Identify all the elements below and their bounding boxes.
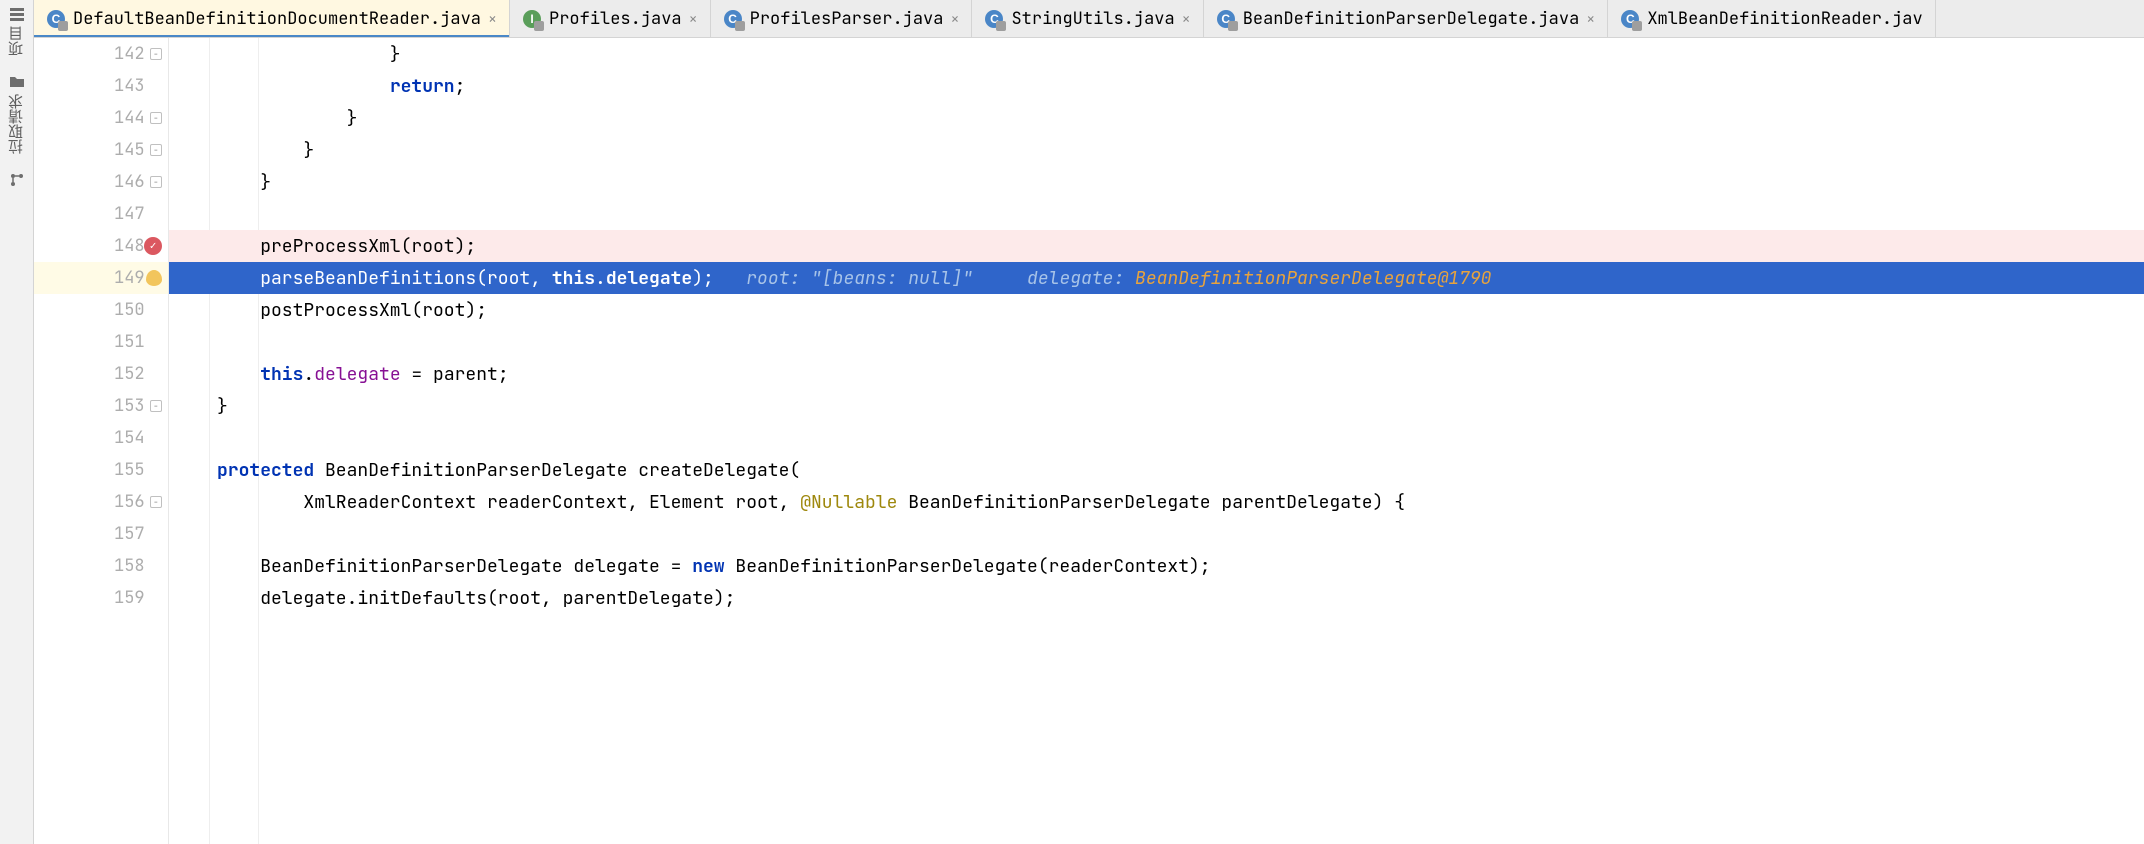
tab-label: DefaultBeanDefinitionDocumentReader.java [73, 8, 481, 30]
line-number: 154 [114, 427, 160, 449]
code-line [169, 422, 2144, 454]
gutter-line[interactable]: 155 [34, 454, 168, 486]
code-line: } [169, 38, 2144, 70]
close-icon[interactable]: × [1586, 9, 1595, 29]
gutter-line[interactable]: 158 [34, 550, 168, 582]
gutter-line[interactable]: 152 [34, 358, 168, 390]
gutter-line[interactable]: 146− [34, 166, 168, 198]
branch-icon [9, 172, 25, 188]
file-type-icon: C [1620, 9, 1640, 29]
file-type-icon: I [522, 9, 542, 29]
code-line: } [169, 102, 2144, 134]
code-body[interactable]: } return; } } } preProcessXml(root); par… [169, 38, 2144, 844]
fold-toggle-icon[interactable]: − [150, 496, 162, 508]
lock-icon [58, 21, 68, 31]
editor-area: C DefaultBeanDefinitionDocumentReader.jav… [34, 0, 2144, 844]
code-line: postProcessXml(root); [169, 294, 2144, 326]
code-line [169, 326, 2144, 358]
file-type-icon: C [984, 9, 1004, 29]
code-line: } [169, 390, 2144, 422]
execution-line: parseBeanDefinitions(root, this.delegate… [169, 262, 2144, 294]
gutter-line[interactable]: 149 [34, 262, 168, 294]
code-line: delegate.initDefaults(root, parentDelega… [169, 582, 2144, 614]
line-number: 158 [114, 555, 160, 577]
breakpoint-line: preProcessXml(root); [169, 230, 2144, 262]
lock-icon [735, 21, 745, 31]
gutter[interactable]: 142− 143 144−145−146− 147 148149 150 151 152 153… [34, 38, 169, 844]
code-line: protected BeanDefinitionParserDelegate c… [169, 454, 2144, 486]
code-line: this.delegate = parent; [169, 358, 2144, 390]
tab-label: ProfilesParser.java [750, 8, 944, 30]
tab-label: XmlBeanDefinitionReader.jav [1647, 8, 1922, 30]
gutter-line[interactable]: 145− [34, 134, 168, 166]
code-area: 142− 143 144−145−146− 147 148149 150 151 152 153… [34, 38, 2144, 844]
close-icon[interactable]: × [950, 9, 959, 29]
gutter-line[interactable]: 151 [34, 326, 168, 358]
gutter-line[interactable]: 156− [34, 486, 168, 518]
lock-icon [534, 21, 544, 31]
line-number: 143 [114, 75, 160, 97]
gutter-line[interactable]: 147 [34, 198, 168, 230]
line-number: 157 [114, 523, 160, 545]
close-icon[interactable]: × [689, 9, 698, 29]
tool-pr-label: 拉取请求 [6, 94, 27, 154]
fold-toggle-icon[interactable]: − [150, 48, 162, 60]
tool-project[interactable]: 项目 [6, 6, 27, 56]
editor-tab[interactable]: C ProfilesParser.java × [711, 0, 973, 37]
file-type-icon: C [723, 9, 743, 29]
fold-toggle-icon[interactable]: − [150, 400, 162, 412]
editor-tab[interactable]: C XmlBeanDefinitionReader.jav [1608, 0, 1935, 37]
tool-structure[interactable] [9, 172, 25, 188]
line-number: 151 [114, 331, 160, 353]
editor-tab[interactable]: C BeanDefinitionParserDelegate.java × [1204, 0, 1609, 37]
editor-tab[interactable]: I Profiles.java × [510, 0, 711, 37]
tool-project-label: 项目 [6, 26, 27, 56]
breakpoint-icon[interactable] [144, 237, 162, 255]
tool-window-strip: 项目 拉取请求 [0, 0, 34, 844]
line-number: 152 [114, 363, 160, 385]
gutter-line[interactable]: 143 [34, 70, 168, 102]
code-line: } [169, 166, 2144, 198]
gutter-line[interactable]: 159 [34, 582, 168, 614]
code-line: } [169, 134, 2144, 166]
code-line: XmlReaderContext readerContext, Element … [169, 486, 2144, 518]
close-icon[interactable]: × [1182, 9, 1191, 29]
gutter-line[interactable]: 150 [34, 294, 168, 326]
fold-toggle-icon[interactable]: − [150, 144, 162, 156]
line-number: 159 [114, 587, 160, 609]
editor-tab[interactable]: C DefaultBeanDefinitionDocumentReader.jav… [34, 0, 510, 37]
tab-label: BeanDefinitionParserDelegate.java [1243, 8, 1580, 30]
close-icon[interactable]: × [488, 9, 497, 29]
project-icon [9, 6, 25, 22]
file-type-icon: C [46, 9, 66, 29]
fold-toggle-icon[interactable]: − [150, 112, 162, 124]
line-number: 155 [114, 459, 160, 481]
line-number: 147 [114, 203, 160, 225]
code-line: return; [169, 70, 2144, 102]
editor-tab[interactable]: C StringUtils.java × [972, 0, 1203, 37]
folder-icon [9, 74, 25, 90]
lock-icon [1228, 21, 1238, 31]
editor-tab-bar: C DefaultBeanDefinitionDocumentReader.jav… [34, 0, 2144, 38]
inline-debug-hint: root: "[beans: null]" delegate: BeanDefi… [714, 267, 1492, 290]
lock-icon [1632, 21, 1642, 31]
fold-toggle-icon[interactable]: − [150, 176, 162, 188]
code-line [169, 518, 2144, 550]
intention-bulb-icon[interactable] [146, 270, 162, 286]
code-line [169, 198, 2144, 230]
gutter-line[interactable]: 144− [34, 102, 168, 134]
gutter-line[interactable]: 157 [34, 518, 168, 550]
tab-label: Profiles.java [549, 8, 682, 30]
tab-label: StringUtils.java [1011, 8, 1174, 30]
tool-pull-requests[interactable]: 拉取请求 [6, 74, 27, 154]
gutter-line[interactable]: 154 [34, 422, 168, 454]
gutter-line[interactable]: 148 [34, 230, 168, 262]
line-number: 150 [114, 299, 160, 321]
lock-icon [996, 21, 1006, 31]
gutter-line[interactable]: 153− [34, 390, 168, 422]
file-type-icon: C [1216, 9, 1236, 29]
gutter-line[interactable]: 142− [34, 38, 168, 70]
code-line: BeanDefinitionParserDelegate delegate = … [169, 550, 2144, 582]
